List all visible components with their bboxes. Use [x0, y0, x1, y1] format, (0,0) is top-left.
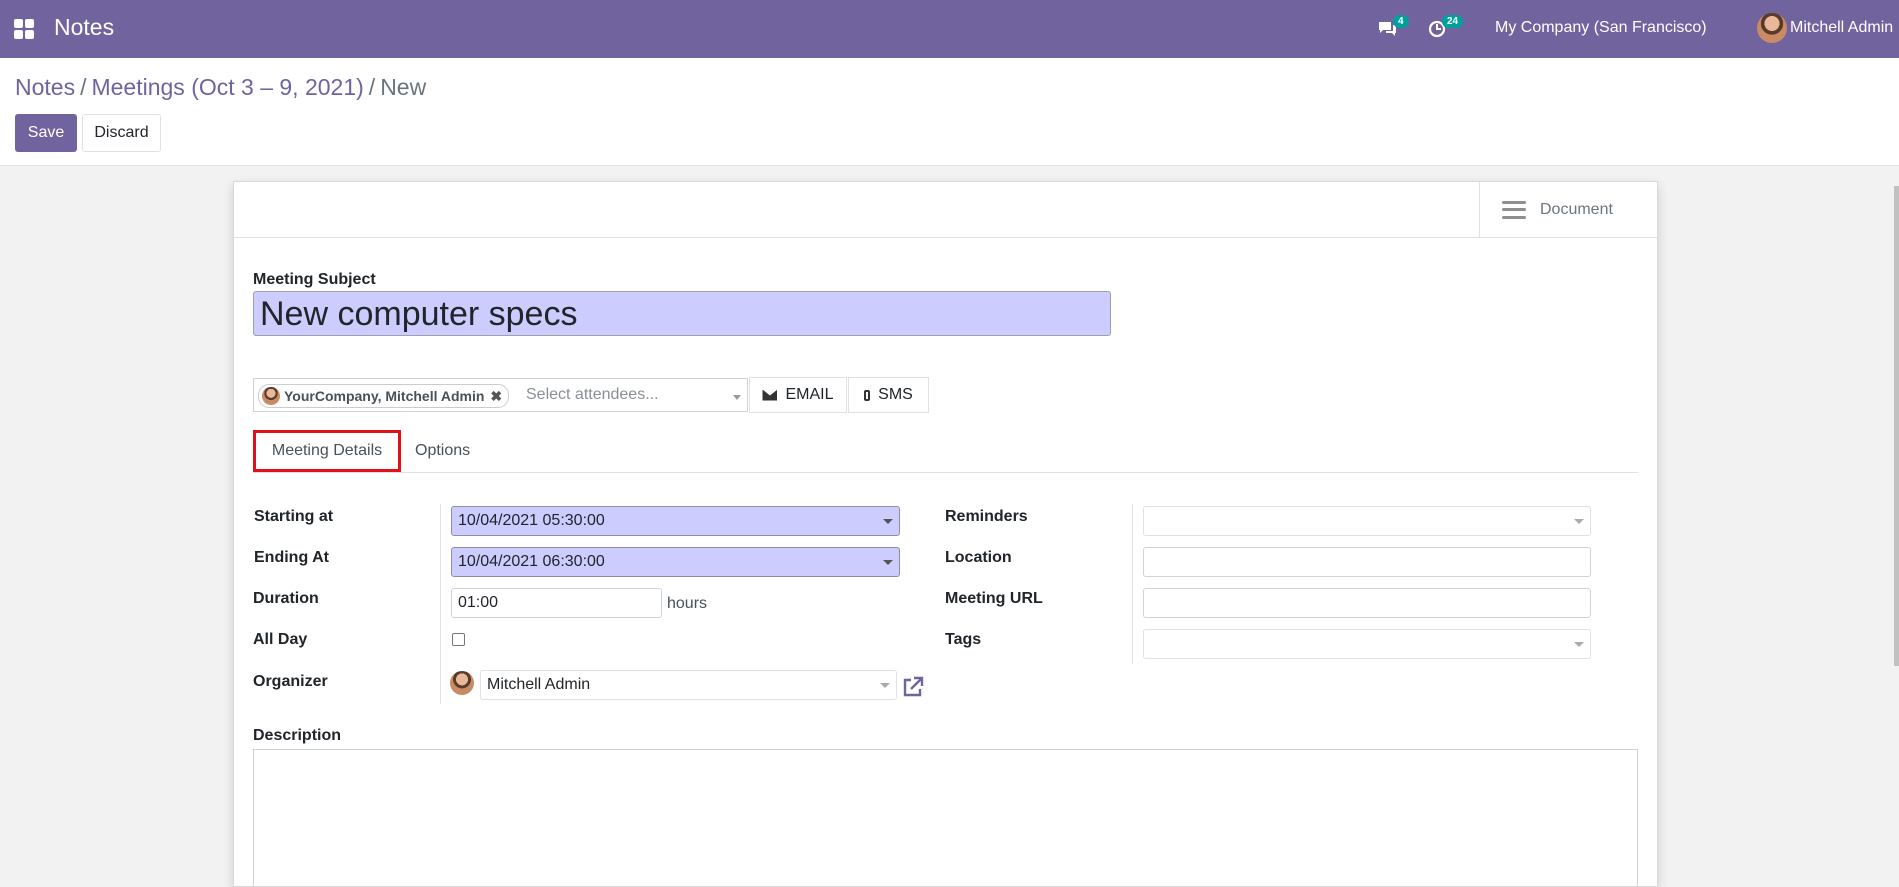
starting-at-value: 10/04/2021 05:30:00	[458, 512, 605, 529]
meeting-subject-label: Meeting Subject	[253, 271, 376, 288]
reminders-select[interactable]	[1143, 506, 1591, 536]
sheet-header: Document	[234, 182, 1657, 238]
duration-label: Duration	[253, 590, 319, 607]
breadcrumb: Notes / Meetings (Oct 3 – 9, 2021) / New	[15, 74, 427, 100]
discard-button[interactable]: Discard	[82, 114, 161, 152]
sms-button-label: SMS	[878, 386, 913, 403]
meeting-subject-input[interactable]: New computer specs	[253, 291, 1111, 336]
activities-count-badge: 24	[1442, 15, 1464, 28]
location-input[interactable]	[1143, 547, 1591, 577]
save-button[interactable]: Save	[15, 114, 77, 152]
external-link-icon[interactable]	[901, 675, 925, 699]
page-scrollbar[interactable]	[1894, 186, 1899, 666]
attendee-avatar	[262, 387, 280, 405]
envelope-icon	[762, 389, 778, 401]
ending-at-input[interactable]: 10/04/2021 06:30:00	[451, 547, 900, 577]
breadcrumb-meetings[interactable]: Meetings (Oct 3 – 9, 2021)	[91, 74, 363, 100]
attendees-field[interactable]: YourCompany, Mitchell Admin ✖ Select att…	[253, 378, 748, 412]
all-day-label: All Day	[253, 631, 308, 648]
location-label: Location	[945, 549, 1012, 566]
ending-at-value: 10/04/2021 06:30:00	[458, 553, 605, 570]
attendee-tag: YourCompany, Mitchell Admin ✖	[258, 384, 510, 408]
company-switcher[interactable]: My Company (San Francisco)	[1495, 19, 1707, 37]
control-panel: Notes / Meetings (Oct 3 – 9, 2021) / New Sav…	[0, 58, 1899, 166]
organizer-avatar	[450, 671, 474, 695]
mobile-icon	[864, 389, 871, 401]
apps-menu-icon[interactable]	[14, 19, 34, 39]
chevron-down-icon	[883, 560, 893, 565]
top-navbar: Notes 4 24 My Company (San Francisco) Mi…	[0, 0, 1899, 58]
all-day-checkbox[interactable]	[452, 633, 465, 646]
tags-label: Tags	[945, 631, 982, 648]
activities-menu[interactable]: 24	[1428, 0, 1464, 58]
description-label: Description	[253, 727, 342, 744]
organizer-select[interactable]: Mitchell Admin	[480, 670, 897, 700]
attendees-dropdown-icon[interactable]	[733, 395, 741, 400]
menu-icon	[1502, 200, 1526, 219]
ending-at-label: Ending At	[254, 549, 329, 566]
chevron-down-icon	[1574, 519, 1584, 524]
field-separator	[1132, 504, 1133, 664]
messages-menu[interactable]: 4	[1377, 0, 1409, 58]
field-separator	[440, 504, 441, 704]
breadcrumb-notes[interactable]: Notes	[15, 74, 75, 100]
duration-unit: hours	[667, 595, 708, 612]
attendees-placeholder[interactable]: Select attendees...	[526, 386, 659, 404]
breadcrumb-current: New	[380, 74, 427, 100]
document-label: Document	[1540, 200, 1613, 218]
tab-meeting-details[interactable]: Meeting Details	[253, 430, 401, 472]
chevron-down-icon	[1574, 642, 1584, 647]
messages-count-badge: 4	[1393, 15, 1409, 28]
duration-input[interactable]: 01:00	[451, 588, 662, 618]
sms-button[interactable]: SMS	[848, 377, 929, 413]
organizer-value: Mitchell Admin	[487, 676, 591, 693]
email-button[interactable]: EMAIL	[749, 377, 847, 413]
form-tabs: Meeting Details Options	[253, 430, 1638, 473]
document-button[interactable]: Document	[1479, 182, 1657, 237]
chevron-down-icon	[880, 683, 890, 688]
user-menu[interactable]: Mitchell Admin	[1790, 19, 1893, 37]
email-button-label: EMAIL	[785, 386, 834, 403]
organizer-label: Organizer	[253, 673, 328, 690]
app-name[interactable]: Notes	[54, 14, 114, 41]
starting-at-input[interactable]: 10/04/2021 05:30:00	[451, 506, 900, 536]
tab-options[interactable]: Options	[415, 442, 470, 460]
reminders-label: Reminders	[945, 508, 1028, 525]
description-editor[interactable]	[253, 749, 1638, 886]
starting-at-label: Starting at	[254, 508, 334, 525]
attendee-tag-label: YourCompany, Mitchell Admin	[284, 388, 485, 404]
meeting-url-input[interactable]	[1143, 588, 1591, 618]
form-sheet: Document Meeting Subject New computer sp…	[233, 181, 1658, 887]
remove-attendee-icon[interactable]: ✖	[490, 388, 502, 405]
chevron-down-icon	[883, 519, 893, 524]
user-avatar[interactable]	[1757, 13, 1787, 43]
tags-select[interactable]	[1143, 629, 1591, 659]
meeting-url-label: Meeting URL	[945, 590, 1043, 607]
